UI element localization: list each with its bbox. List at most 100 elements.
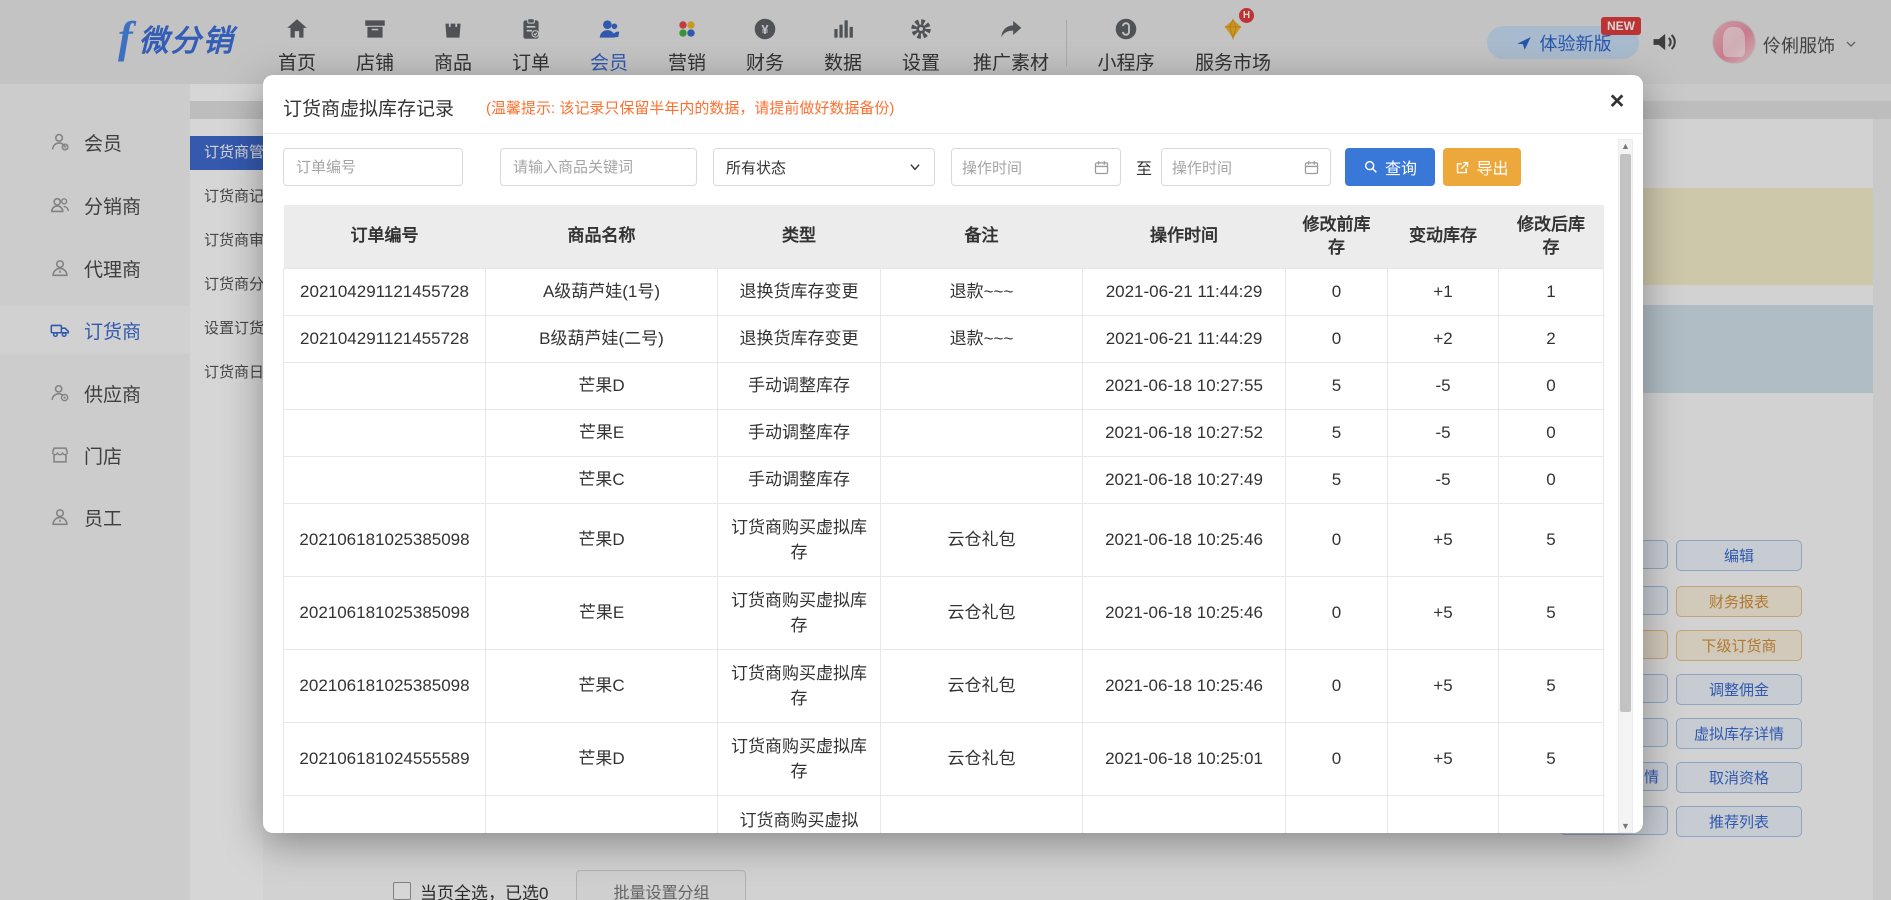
table-cell: 0 <box>1499 410 1604 457</box>
table-cell: +5 <box>1388 504 1499 577</box>
table-cell: +2 <box>1388 316 1499 363</box>
table-cell: 芒果E <box>486 410 718 457</box>
table-cell <box>1388 796 1499 834</box>
table-row: 202104291121455728A级葫芦娃(1号)退换货库存变更退款~~~2… <box>284 269 1604 316</box>
date-from-input[interactable]: 操作时间 <box>951 148 1121 186</box>
order-no-input[interactable] <box>284 159 462 176</box>
table-cell: A级葫芦娃(1号) <box>486 269 718 316</box>
order-no-input-wrap <box>283 148 463 186</box>
table-cell <box>881 457 1083 504</box>
table-cell <box>1499 796 1604 834</box>
table-cell: 芒果C <box>486 457 718 504</box>
table-cell: 0 <box>1499 363 1604 410</box>
table-cell: 订货商购买虚拟库存 <box>718 504 881 577</box>
scroll-up-arrow-icon[interactable]: ▲ <box>1619 141 1632 151</box>
keyword-input[interactable] <box>501 159 696 176</box>
table-cell <box>881 410 1083 457</box>
table-cell: -5 <box>1388 410 1499 457</box>
modal-warning-text: (温馨提示: 该记录只保留半年内的数据，请提前做好数据备份) <box>486 97 894 118</box>
table-cell: 1 <box>1499 269 1604 316</box>
search-icon <box>1363 159 1379 175</box>
table-cell: 芒果D <box>486 723 718 796</box>
status-select-value: 所有状态 <box>726 157 786 178</box>
modal-header: 订货商虚拟库存记录 (温馨提示: 该记录只保留半年内的数据，请提前做好数据备份)… <box>263 75 1643 134</box>
table-cell <box>881 796 1083 834</box>
table-cell: 2021-06-18 10:27:49 <box>1083 457 1286 504</box>
table-header-cell: 商品名称 <box>486 205 718 269</box>
screen: f 微分销 首页 店铺 商品 订单 会员 营销¥ 财务 数据 <box>0 0 1891 900</box>
table-cell: 手动调整库存 <box>718 410 881 457</box>
stock-record-table: 订单编号商品名称类型备注操作时间修改前库存变动库存修改后库存 202104291… <box>283 205 1604 833</box>
table-cell: +5 <box>1388 723 1499 796</box>
table-cell: 5 <box>1499 577 1604 650</box>
modal-title: 订货商虚拟库存记录 <box>283 94 454 121</box>
export-label: 导出 <box>1476 155 1508 179</box>
virtual-stock-record-modal: 订货商虚拟库存记录 (温馨提示: 该记录只保留半年内的数据，请提前做好数据备份)… <box>263 75 1643 833</box>
table-cell: 202106181025385098 <box>284 504 486 577</box>
table-row: 202104291121455728B级葫芦娃(二号)退换货库存变更退款~~~2… <box>284 316 1604 363</box>
date-from-placeholder: 操作时间 <box>962 157 1022 178</box>
table-cell: 2021-06-18 10:27:52 <box>1083 410 1286 457</box>
table-cell: 0 <box>1499 457 1604 504</box>
scroll-down-arrow-icon[interactable]: ▼ <box>1619 821 1632 831</box>
table-cell: 202106181024555589 <box>284 723 486 796</box>
table-cell: +1 <box>1388 269 1499 316</box>
table-header-cell: 备注 <box>881 205 1083 269</box>
export-button[interactable]: 导出 <box>1443 148 1521 186</box>
calendar-icon <box>1093 159 1110 176</box>
table-cell: 云仓礼包 <box>881 650 1083 723</box>
table-cell: 5 <box>1286 363 1388 410</box>
table-cell: 退款~~~ <box>881 316 1083 363</box>
table-row: 202106181025385098芒果D订货商购买虚拟库存云仓礼包2021-0… <box>284 504 1604 577</box>
table-header-cell: 订单编号 <box>284 205 486 269</box>
table-cell: 0 <box>1286 504 1388 577</box>
table-cell: 退换货库存变更 <box>718 316 881 363</box>
table-row: 202106181025385098芒果C订货商购买虚拟库存云仓礼包2021-0… <box>284 650 1604 723</box>
search-button[interactable]: 查询 <box>1345 148 1435 186</box>
export-icon <box>1455 160 1470 175</box>
table-cell: 2021-06-21 11:44:29 <box>1083 316 1286 363</box>
table-cell: B级葫芦娃(二号) <box>486 316 718 363</box>
date-to-input[interactable]: 操作时间 <box>1161 148 1331 186</box>
date-range-to-label: 至 <box>1129 148 1159 186</box>
table-cell: 5 <box>1499 504 1604 577</box>
table-cell: 订货商购买虚拟库存 <box>718 723 881 796</box>
table-cell: 手动调整库存 <box>718 363 881 410</box>
scrollbar-thumb[interactable] <box>1620 154 1631 712</box>
table-row: 芒果E手动调整库存2021-06-18 10:27:525-50 <box>284 410 1604 457</box>
table-cell: +5 <box>1388 577 1499 650</box>
table-cell: 202104291121455728 <box>284 316 486 363</box>
table-cell: -5 <box>1388 363 1499 410</box>
table-cell: 2021-06-18 10:25:46 <box>1083 577 1286 650</box>
table-cell <box>284 410 486 457</box>
table-cell: 手动调整库存 <box>718 457 881 504</box>
table-cell: -5 <box>1388 457 1499 504</box>
table-cell: 5 <box>1499 723 1604 796</box>
table-cell: 0 <box>1286 723 1388 796</box>
table-cell <box>486 796 718 834</box>
table-cell: 订货商购买虚拟 <box>718 796 881 834</box>
table-row: 202106181025385098芒果E订货商购买虚拟库存云仓礼包2021-0… <box>284 577 1604 650</box>
table-cell: 202106181025385098 <box>284 577 486 650</box>
keyword-input-wrap <box>500 148 697 186</box>
table-header-cell: 操作时间 <box>1083 205 1286 269</box>
date-to-placeholder: 操作时间 <box>1172 157 1232 178</box>
close-icon[interactable]: × <box>1601 85 1633 117</box>
table-cell: 云仓礼包 <box>881 723 1083 796</box>
table-cell: 2021-06-18 10:25:46 <box>1083 650 1286 723</box>
table-row: 202106181024555589芒果D订货商购买虚拟库存云仓礼包2021-0… <box>284 723 1604 796</box>
table-cell: 订货商购买虚拟库存 <box>718 650 881 723</box>
table-header-row: 订单编号商品名称类型备注操作时间修改前库存变动库存修改后库存 <box>284 205 1604 269</box>
table-cell: 2021-06-21 11:44:29 <box>1083 269 1286 316</box>
chevron-down-icon <box>908 160 922 174</box>
table-header-cell: 类型 <box>718 205 881 269</box>
table-cell: 芒果D <box>486 504 718 577</box>
table-cell: 0 <box>1286 577 1388 650</box>
table-row-partial: 订货商购买虚拟 <box>284 796 1604 834</box>
status-select[interactable]: 所有状态 <box>713 148 935 186</box>
modal-scrollbar[interactable]: ▲ ▼ <box>1618 139 1633 833</box>
table-cell: 0 <box>1286 650 1388 723</box>
table-cell: 5 <box>1286 457 1388 504</box>
table-cell: 0 <box>1286 269 1388 316</box>
table-cell <box>1286 796 1388 834</box>
